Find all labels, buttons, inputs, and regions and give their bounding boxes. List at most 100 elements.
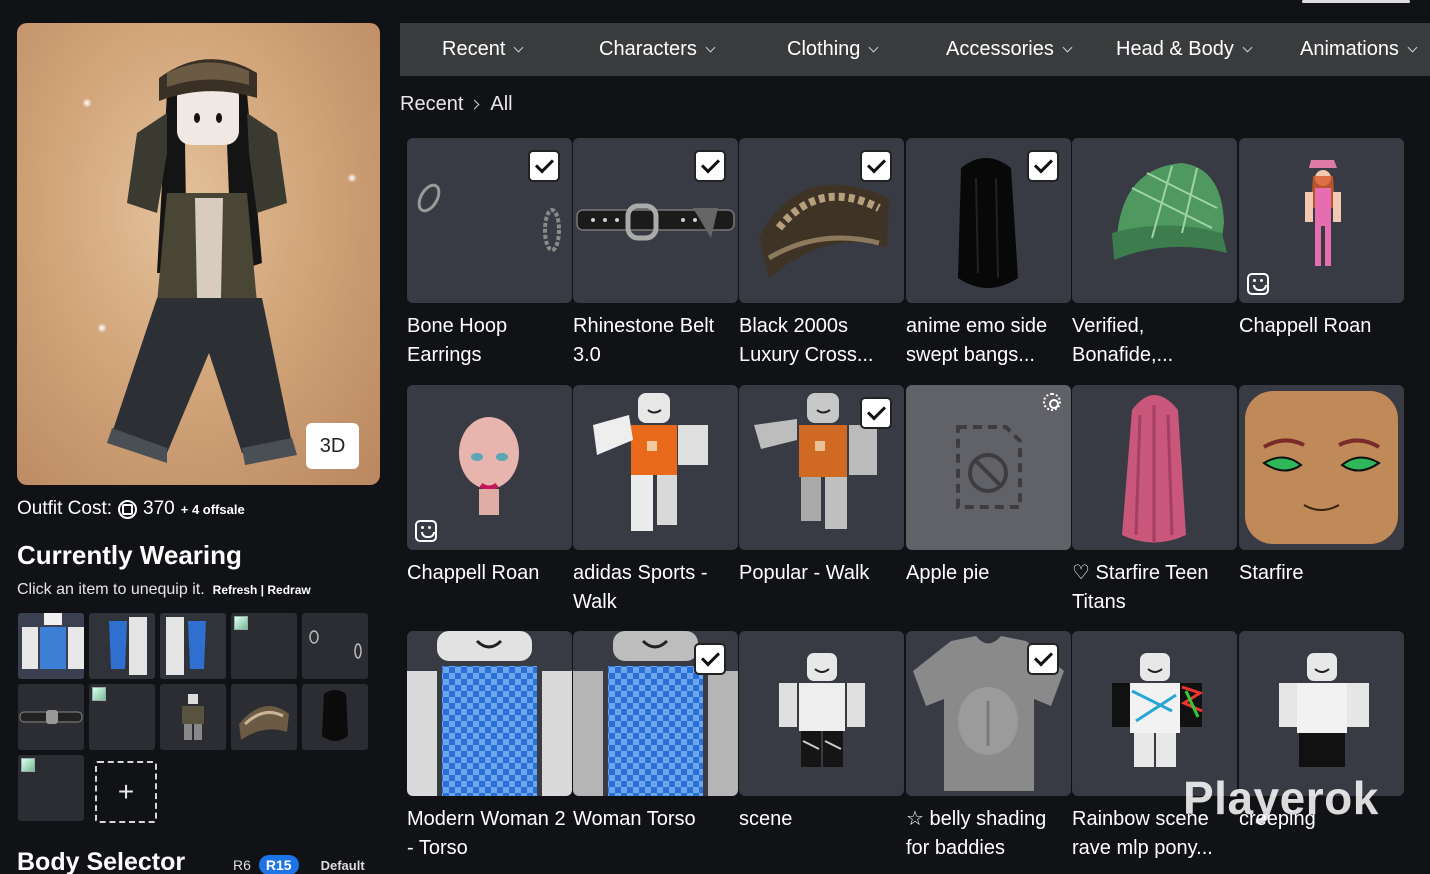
- rig-default-option[interactable]: Default: [321, 858, 365, 873]
- item-card[interactable]: Popular - Walk: [739, 385, 904, 617]
- item-thumbnail: [906, 385, 1071, 550]
- breadcrumb-current: All: [490, 93, 513, 115]
- breadcrumb-parent[interactable]: Recent: [400, 93, 463, 116]
- worn-item-missing-image[interactable]: [18, 755, 84, 821]
- view-3d-button[interactable]: 3D: [306, 423, 359, 469]
- item-thumbnail: [739, 385, 904, 550]
- tab-label: Characters: [599, 38, 697, 60]
- item-card[interactable]: Modern Woman 2 - Torso: [407, 631, 572, 863]
- item-thumbnail: [906, 631, 1071, 796]
- broken-image-icon: [21, 758, 35, 772]
- category-nav: Recent Characters Clothing Accessories H…: [400, 23, 1430, 76]
- item-card[interactable]: Verified, Bonafide,...: [1072, 138, 1237, 370]
- tab-head-body[interactable]: Head & Body: [1116, 23, 1253, 76]
- outfit-cost-label: Outfit Cost:: [17, 498, 113, 519]
- item-name: ♡ Starfire Teen Titans: [1072, 562, 1209, 613]
- robux-icon: [118, 499, 138, 519]
- offsale-note: + 4 offsale: [180, 501, 245, 517]
- worn-item-missing-image[interactable]: [89, 684, 155, 750]
- equipped-checkbox[interactable]: [1027, 150, 1059, 182]
- item-thumbnail: [1072, 385, 1237, 550]
- item-card[interactable]: Rhinestone Belt 3.0: [573, 138, 738, 370]
- item-card[interactable]: ☆ belly shading for baddies: [906, 631, 1071, 863]
- equipped-checkbox[interactable]: [528, 150, 560, 182]
- tab-accessories[interactable]: Accessories: [946, 23, 1073, 76]
- item-name: Rhinestone Belt 3.0: [573, 315, 715, 366]
- tab-label: Clothing: [787, 38, 861, 60]
- currently-wearing-title: Currently Wearing: [17, 540, 242, 570]
- equipped-checkbox[interactable]: [1027, 643, 1059, 675]
- chevron-down-icon: [1242, 42, 1253, 53]
- equipped-checkbox[interactable]: [694, 643, 726, 675]
- add-item-button[interactable]: +: [95, 761, 157, 823]
- item-thumbnail: [1072, 138, 1237, 303]
- avatar-figure: [107, 59, 297, 465]
- item-name: Chappell Roan: [407, 562, 540, 584]
- item-card[interactable]: Apple pie: [906, 385, 1071, 617]
- item-card[interactable]: scene: [739, 631, 904, 863]
- chevron-right-icon: [469, 99, 480, 110]
- item-name: Popular - Walk: [739, 562, 870, 584]
- item-card[interactable]: adidas Sports - Walk: [573, 385, 738, 617]
- item-thumbnail: [407, 385, 572, 550]
- item-card[interactable]: ♡ Starfire Teen Titans: [1072, 385, 1237, 617]
- tab-recent[interactable]: Recent: [442, 23, 524, 76]
- worn-item-animation[interactable]: [160, 684, 226, 750]
- broken-image-icon: [234, 616, 248, 630]
- rig-r6-option[interactable]: R6: [233, 857, 251, 873]
- item-thumbnail: [573, 138, 738, 303]
- body-selector-title: Body Selector: [17, 848, 186, 874]
- item-card[interactable]: Starfire: [1239, 385, 1404, 617]
- item-name: Apple pie: [906, 562, 990, 584]
- item-card[interactable]: Rainbow scene rave mlp pony...: [1072, 631, 1237, 863]
- item-thumbnail: [407, 138, 572, 303]
- tab-label: Animations: [1300, 38, 1399, 60]
- avatar-preview[interactable]: 3D: [17, 23, 380, 485]
- item-name: Black 2000s Luxury Cross...: [739, 315, 874, 366]
- chevron-down-icon: [513, 42, 524, 53]
- item-card[interactable]: Black 2000s Luxury Cross...: [739, 138, 904, 370]
- worn-item-left-arm[interactable]: [89, 613, 155, 679]
- currently-wearing-hint: Click an item to unequip it. Refresh | R…: [17, 581, 311, 599]
- rig-r15-option[interactable]: R15: [258, 855, 299, 874]
- worn-item-right-arm[interactable]: [160, 613, 226, 679]
- gear-icon: [1043, 393, 1061, 411]
- item-name: Bone Hoop Earrings: [407, 315, 508, 366]
- equipped-checkbox[interactable]: [694, 150, 726, 182]
- emote-icon: [415, 520, 437, 542]
- tab-characters[interactable]: Characters: [599, 23, 716, 76]
- item-card[interactable]: Chappell Roan: [1239, 138, 1404, 370]
- item-name: adidas Sports - Walk: [573, 562, 708, 613]
- chevron-down-icon: [705, 42, 716, 53]
- tab-clothing[interactable]: Clothing: [787, 23, 879, 76]
- item-thumbnail: [739, 631, 904, 796]
- item-name: Starfire: [1239, 562, 1304, 584]
- item-name: Woman Torso: [573, 808, 696, 830]
- worn-item-earrings[interactable]: [302, 613, 368, 679]
- worn-item-belt[interactable]: [18, 684, 84, 750]
- item-thumbnail: [739, 138, 904, 303]
- worn-item-hair[interactable]: [302, 684, 368, 750]
- item-name: anime emo side swept bangs...: [906, 315, 1048, 366]
- equipped-checkbox[interactable]: [860, 150, 892, 182]
- chevron-down-icon: [1062, 42, 1073, 53]
- item-card[interactable]: anime emo side swept bangs...: [906, 138, 1071, 370]
- item-card[interactable]: creeping: [1239, 631, 1404, 863]
- outfit-cost-value: 370: [143, 498, 175, 519]
- tab-label: Recent: [442, 38, 506, 60]
- broken-image-icon: [92, 687, 106, 701]
- worn-item-torso-shirt[interactable]: [18, 613, 84, 679]
- unequip-hint: Click an item to unequip it.: [17, 581, 205, 598]
- equipped-checkbox[interactable]: [860, 397, 892, 429]
- item-card[interactable]: Chappell Roan: [407, 385, 572, 617]
- refresh-redraw-link[interactable]: Refresh | Redraw: [213, 583, 311, 597]
- item-thumbnail: [1239, 138, 1404, 303]
- item-card[interactable]: Bone Hoop Earrings: [407, 138, 572, 370]
- tab-animations[interactable]: Animations: [1300, 23, 1418, 76]
- worn-item-hat[interactable]: [231, 684, 297, 750]
- item-name: Verified, Bonafide,...: [1072, 315, 1174, 366]
- item-thumbnail: [1239, 385, 1404, 550]
- item-card[interactable]: Woman Torso: [573, 631, 738, 863]
- item-name: scene: [739, 808, 793, 830]
- worn-item-missing-image[interactable]: [231, 613, 297, 679]
